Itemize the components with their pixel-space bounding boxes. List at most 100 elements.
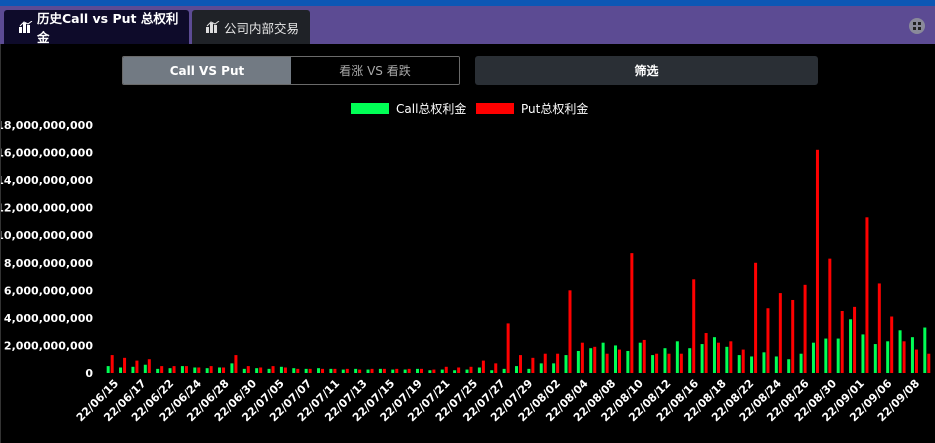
call-bar[interactable]	[354, 368, 358, 373]
call-bar[interactable]	[737, 355, 741, 373]
put-bar[interactable]	[902, 341, 906, 373]
call-bar[interactable]	[762, 352, 766, 373]
put-bar[interactable]	[209, 366, 213, 373]
call-bar[interactable]	[712, 337, 716, 373]
call-bar[interactable]	[391, 369, 395, 373]
put-bar[interactable]	[519, 355, 522, 373]
call-bar[interactable]	[440, 369, 444, 373]
put-bar[interactable]	[890, 316, 894, 373]
put-bar[interactable]	[927, 353, 931, 373]
call-bar[interactable]	[477, 367, 481, 373]
put-bar[interactable]	[345, 368, 349, 373]
tab-call-vs-put[interactable]: 历史Call vs Put 总权利金	[4, 10, 189, 45]
put-bar[interactable]	[135, 360, 139, 373]
call-bar[interactable]	[317, 368, 321, 373]
put-bar[interactable]	[370, 368, 374, 373]
call-bar[interactable]	[613, 345, 617, 373]
put-bar[interactable]	[259, 367, 263, 373]
call-bar[interactable]	[230, 363, 234, 373]
put-bar[interactable]	[246, 366, 250, 373]
legend-put-label[interactable]: Put总权利金	[521, 101, 588, 116]
put-bar[interactable]	[481, 360, 485, 373]
call-bar[interactable]	[378, 368, 382, 373]
call-bar[interactable]	[428, 370, 432, 373]
put-bar[interactable]	[234, 355, 238, 373]
call-bar[interactable]	[688, 348, 692, 373]
put-bar[interactable]	[815, 149, 819, 373]
put-bar[interactable]	[308, 368, 312, 373]
put-bar[interactable]	[160, 366, 164, 373]
call-bar[interactable]	[205, 368, 209, 373]
call-bar[interactable]	[564, 355, 568, 373]
call-bar[interactable]	[242, 368, 246, 373]
call-bar[interactable]	[180, 366, 184, 373]
put-bar[interactable]	[754, 262, 758, 373]
put-bar[interactable]	[556, 353, 560, 373]
call-bar[interactable]	[465, 369, 469, 373]
call-bar[interactable]	[539, 363, 543, 373]
put-bar[interactable]	[222, 367, 226, 373]
call-bar[interactable]	[304, 368, 308, 373]
put-bar[interactable]	[667, 353, 671, 373]
call-bar[interactable]	[811, 342, 815, 373]
put-bar[interactable]	[407, 368, 411, 373]
put-bar[interactable]	[444, 366, 448, 373]
call-bar[interactable]	[193, 367, 197, 373]
put-bar[interactable]	[333, 368, 337, 373]
legend-call-swatch[interactable]	[351, 103, 389, 114]
call-bar[interactable]	[279, 366, 283, 373]
call-bar[interactable]	[824, 338, 828, 373]
put-bar[interactable]	[617, 349, 621, 373]
put-bar[interactable]	[865, 217, 869, 373]
call-bar[interactable]	[490, 370, 494, 373]
put-bar[interactable]	[803, 284, 807, 373]
call-bar[interactable]	[873, 344, 877, 373]
put-bar[interactable]	[704, 333, 708, 373]
call-bar[interactable]	[131, 366, 135, 373]
expand-icon[interactable]	[909, 18, 925, 34]
put-bar[interactable]	[791, 299, 795, 373]
call-bar[interactable]	[651, 355, 655, 373]
call-bar[interactable]	[601, 342, 605, 373]
call-bar[interactable]	[341, 369, 345, 373]
call-bar[interactable]	[836, 338, 840, 373]
put-bar[interactable]	[840, 311, 844, 373]
call-bar[interactable]	[515, 366, 518, 373]
call-bar[interactable]	[143, 364, 147, 373]
put-bar[interactable]	[543, 353, 547, 373]
put-bar[interactable]	[147, 359, 151, 373]
put-bar[interactable]	[432, 369, 436, 373]
put-bar[interactable]	[605, 353, 609, 373]
call-bar[interactable]	[663, 348, 667, 373]
put-bar[interactable]	[828, 258, 832, 373]
legend-put-swatch[interactable]	[476, 103, 514, 114]
call-bar[interactable]	[366, 369, 370, 373]
call-bar[interactable]	[861, 334, 865, 373]
call-bar[interactable]	[329, 368, 333, 373]
put-bar[interactable]	[271, 366, 275, 373]
put-bar[interactable]	[494, 363, 498, 373]
call-bar[interactable]	[750, 356, 754, 373]
put-bar[interactable]	[593, 346, 597, 373]
call-bar[interactable]	[106, 366, 110, 373]
call-bar[interactable]	[527, 368, 531, 373]
call-bar[interactable]	[576, 350, 580, 373]
call-bar[interactable]	[156, 368, 160, 373]
put-bar[interactable]	[914, 349, 918, 373]
put-bar[interactable]	[741, 349, 745, 373]
put-bar[interactable]	[506, 323, 510, 373]
call-bar[interactable]	[923, 327, 927, 373]
call-bar[interactable]	[787, 359, 791, 373]
call-bar[interactable]	[700, 344, 704, 373]
put-bar[interactable]	[568, 290, 572, 373]
put-bar[interactable]	[679, 353, 683, 373]
call-bar[interactable]	[255, 368, 259, 373]
call-bar[interactable]	[416, 368, 420, 373]
put-bar[interactable]	[716, 342, 720, 373]
put-bar[interactable]	[457, 367, 461, 373]
put-bar[interactable]	[630, 253, 634, 373]
put-bar[interactable]	[655, 353, 659, 373]
call-bar[interactable]	[267, 368, 271, 373]
call-bar[interactable]	[168, 368, 172, 373]
call-bar[interactable]	[910, 337, 914, 373]
